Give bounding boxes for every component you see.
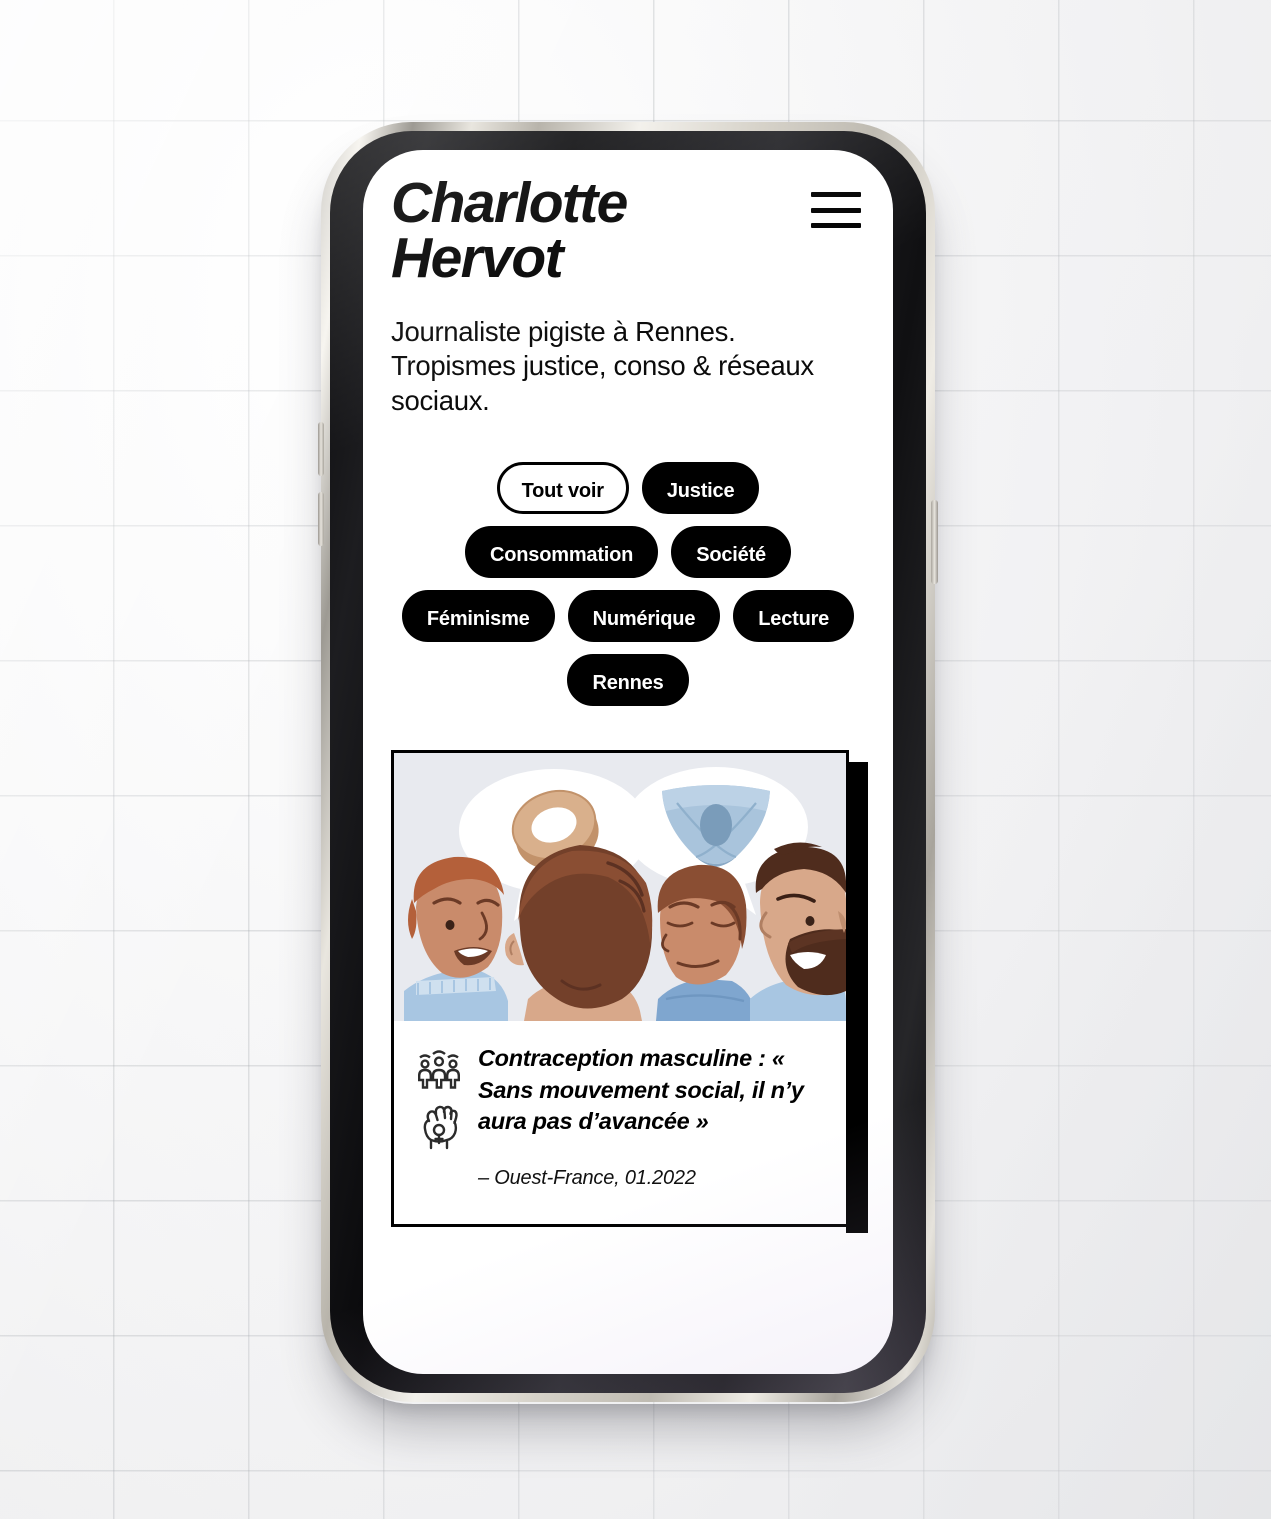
filter-pill-consommation[interactable]: Consommation xyxy=(465,526,659,579)
article-category-icons xyxy=(416,1043,462,1190)
category-filter-row-1: Tout voir Justice Consommation Société F… xyxy=(391,462,865,707)
contraception-discussion-illustration xyxy=(394,753,846,1022)
filter-pill-justice[interactable]: Justice xyxy=(641,462,760,515)
website-viewport: Charlotte Hervot Journaliste pigiste à R… xyxy=(363,150,893,1374)
smartphone-mockup: Charlotte Hervot Journaliste pigiste à R… xyxy=(318,122,938,1402)
article-illustration xyxy=(394,753,846,1022)
article-source: – Ouest-France, 01.2022 xyxy=(478,1167,696,1190)
hamburger-bar-2 xyxy=(811,207,861,213)
article-list: Contraception masculine : « Sans mouveme… xyxy=(391,750,868,1233)
article-title[interactable]: Contraception masculine : « Sans mouveme… xyxy=(478,1043,820,1137)
article-text-block: Contraception masculine : « Sans mouveme… xyxy=(478,1043,820,1190)
article-card-body: Contraception masculine : « Sans mouveme… xyxy=(394,1021,846,1224)
feminist-raised-fist-icon xyxy=(423,1106,458,1150)
site-header: Charlotte Hervot xyxy=(391,175,865,291)
power-button[interactable] xyxy=(931,500,938,584)
filter-pill-societe[interactable]: Société xyxy=(671,526,791,579)
person-4-bearded xyxy=(750,842,846,1022)
filter-pill-feminisme[interactable]: Féminisme xyxy=(401,590,555,643)
filter-pill-rennes[interactable]: Rennes xyxy=(567,654,689,707)
hamburger-bar-1 xyxy=(811,192,861,197)
volume-up-button[interactable] xyxy=(318,422,324,476)
page-title: Charlotte Hervot xyxy=(391,175,628,291)
volume-down-button[interactable] xyxy=(318,492,324,546)
phone-screen: Charlotte Hervot Journaliste pigiste à R… xyxy=(363,150,893,1374)
site-tagline: Journaliste pigiste à Rennes. Tropismes … xyxy=(391,315,814,416)
brand-line-2: Hervot xyxy=(391,226,564,291)
article-card[interactable]: Contraception masculine : « Sans mouveme… xyxy=(391,750,868,1233)
filter-pill-tout-voir[interactable]: Tout voir xyxy=(496,462,629,515)
filter-pill-numerique[interactable]: Numérique xyxy=(567,590,721,643)
group-of-people-icon xyxy=(418,1050,460,1090)
hamburger-menu-icon[interactable] xyxy=(811,192,861,228)
hamburger-bar-3 xyxy=(811,223,861,228)
filter-pill-lecture[interactable]: Lecture xyxy=(733,590,855,643)
